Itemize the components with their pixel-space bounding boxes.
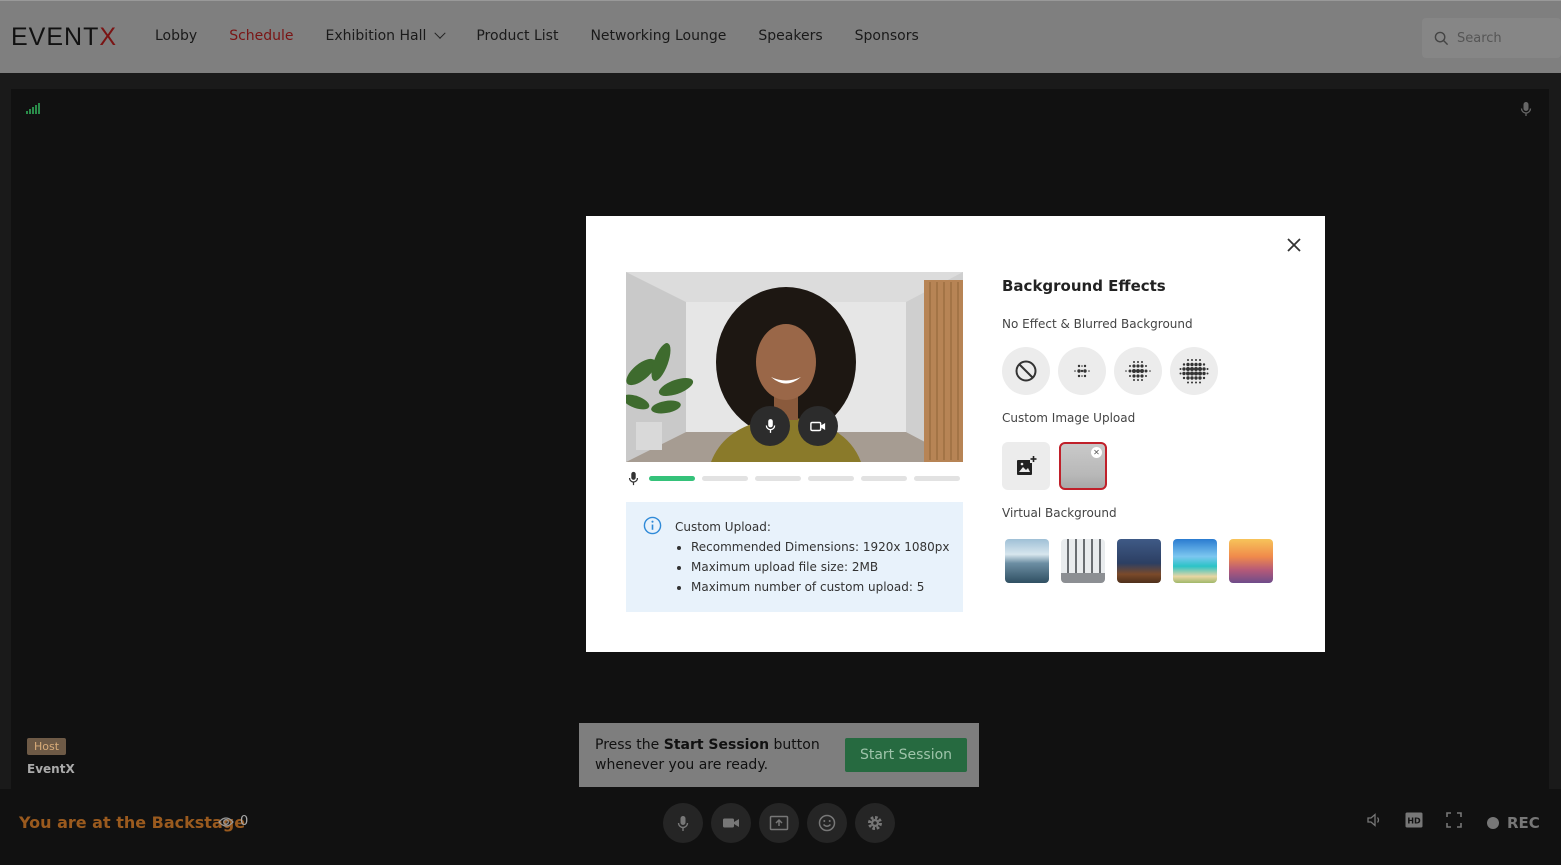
nav-item-networking-lounge[interactable]: Networking Lounge xyxy=(590,28,726,44)
virtual-bg-mountains[interactable] xyxy=(1005,539,1049,583)
nav-item-product-list[interactable]: Product List xyxy=(476,28,558,44)
preview-camera-button[interactable] xyxy=(798,406,838,446)
start-prompt-text: Press the Start Session button whenever … xyxy=(595,737,820,773)
record-button[interactable]: REC xyxy=(1487,814,1540,832)
close-icon[interactable] xyxy=(1283,234,1305,256)
settings-button[interactable] xyxy=(855,803,895,843)
camera-toggle-button[interactable] xyxy=(711,803,751,843)
virtual-bg-beach[interactable] xyxy=(1173,539,1217,583)
virtual-section-label: Virtual Background xyxy=(1002,506,1117,520)
search-box xyxy=(1422,18,1561,58)
hd-quality-icon[interactable]: HD xyxy=(1405,812,1423,828)
mic-level-meter xyxy=(628,471,960,486)
gear-icon xyxy=(868,816,882,830)
custom-section-label: Custom Image Upload xyxy=(1002,411,1136,425)
main-nav: Lobby Schedule Exhibition Hall Product L… xyxy=(155,27,951,44)
list-item: Recommended Dimensions: 1920x 1080px xyxy=(691,540,950,555)
eventx-logo[interactable]: EVENTX xyxy=(11,23,117,52)
remove-thumbnail-icon[interactable]: ✕ xyxy=(1091,447,1102,458)
volume-icon[interactable] xyxy=(1366,812,1382,828)
record-dot-icon xyxy=(1487,817,1499,829)
start-session-button[interactable]: Start Session xyxy=(845,738,967,772)
blur-light-button[interactable] xyxy=(1058,347,1106,395)
mic-level-segment xyxy=(702,476,748,481)
video-camera-icon xyxy=(810,421,826,431)
no-effect-button[interactable] xyxy=(1002,347,1050,395)
viewer-count: 0 xyxy=(218,814,248,829)
nav-item-sponsors[interactable]: Sponsors xyxy=(855,28,919,44)
host-name: EventX xyxy=(27,762,75,776)
camera-preview xyxy=(626,272,963,462)
microphone-icon xyxy=(677,815,689,831)
mic-level-bars xyxy=(649,476,960,481)
preview-mic-button[interactable] xyxy=(750,406,790,446)
mic-toggle-button[interactable] xyxy=(663,803,703,843)
host-badge: Host xyxy=(27,738,67,755)
mic-level-segment xyxy=(914,476,960,481)
blur-medium-icon xyxy=(1125,361,1151,381)
screen-share-icon xyxy=(769,815,789,831)
no-effect-icon xyxy=(1015,360,1037,382)
info-title: Custom Upload: xyxy=(675,520,771,534)
nav-item-exhibition-hall[interactable]: Exhibition Hall xyxy=(326,27,447,44)
microphone-icon xyxy=(628,471,639,486)
viewer-count-value: 0 xyxy=(240,814,249,829)
add-image-icon xyxy=(1017,455,1037,475)
svg-text:HD: HD xyxy=(1407,817,1421,826)
microphone-icon xyxy=(765,419,775,433)
signal-strength-icon xyxy=(26,103,40,114)
blur-strong-button[interactable] xyxy=(1170,347,1218,395)
eye-icon xyxy=(218,816,234,827)
upload-image-button[interactable] xyxy=(1002,442,1050,490)
nav-item-lobby[interactable]: Lobby xyxy=(155,28,197,44)
mic-level-segment xyxy=(808,476,854,481)
smiley-icon xyxy=(818,814,836,832)
fullscreen-icon[interactable] xyxy=(1446,812,1462,828)
effects-section-label: No Effect & Blurred Background xyxy=(1002,317,1193,331)
backstage-status: You are at the Backstage xyxy=(19,813,246,832)
virtual-bg-room[interactable] xyxy=(1117,539,1161,583)
nav-item-speakers[interactable]: Speakers xyxy=(758,28,822,44)
custom-background-thumbnail-selected[interactable]: ✕ xyxy=(1059,442,1107,490)
virtual-bg-sunset[interactable] xyxy=(1229,539,1273,583)
screen-share-button[interactable] xyxy=(759,803,799,843)
nav-item-schedule[interactable]: Schedule xyxy=(229,28,293,44)
background-effects-modal: Custom Upload: Recommended Dimensions: 1… xyxy=(586,216,1325,652)
list-item: Maximum upload file size: 2MB xyxy=(691,560,950,575)
virtual-bg-office[interactable] xyxy=(1061,539,1105,583)
search-icon xyxy=(1434,31,1449,45)
chevron-down-icon xyxy=(434,27,447,39)
mic-level-segment xyxy=(755,476,801,481)
reactions-button[interactable] xyxy=(807,803,847,843)
camera-preview-image xyxy=(626,272,963,462)
blur-light-icon xyxy=(1074,364,1090,378)
info-list: Recommended Dimensions: 1920x 1080px Max… xyxy=(691,540,950,600)
mic-level-segment xyxy=(861,476,907,481)
custom-upload-info: Custom Upload: Recommended Dimensions: 1… xyxy=(626,502,963,612)
video-camera-icon xyxy=(723,818,739,828)
info-icon xyxy=(643,516,662,535)
modal-title: Background Effects xyxy=(1002,277,1166,295)
search-input[interactable] xyxy=(1457,30,1557,46)
microphone-icon xyxy=(1520,102,1532,116)
list-item: Maximum number of custom upload: 5 xyxy=(691,580,950,595)
blur-strong-icon xyxy=(1179,359,1209,384)
mic-level-segment xyxy=(649,476,695,481)
blur-medium-button[interactable] xyxy=(1114,347,1162,395)
top-navigation-bar: EVENTX Lobby Schedule Exhibition Hall Pr… xyxy=(0,0,1561,73)
start-session-prompt: Press the Start Session button whenever … xyxy=(579,723,979,787)
